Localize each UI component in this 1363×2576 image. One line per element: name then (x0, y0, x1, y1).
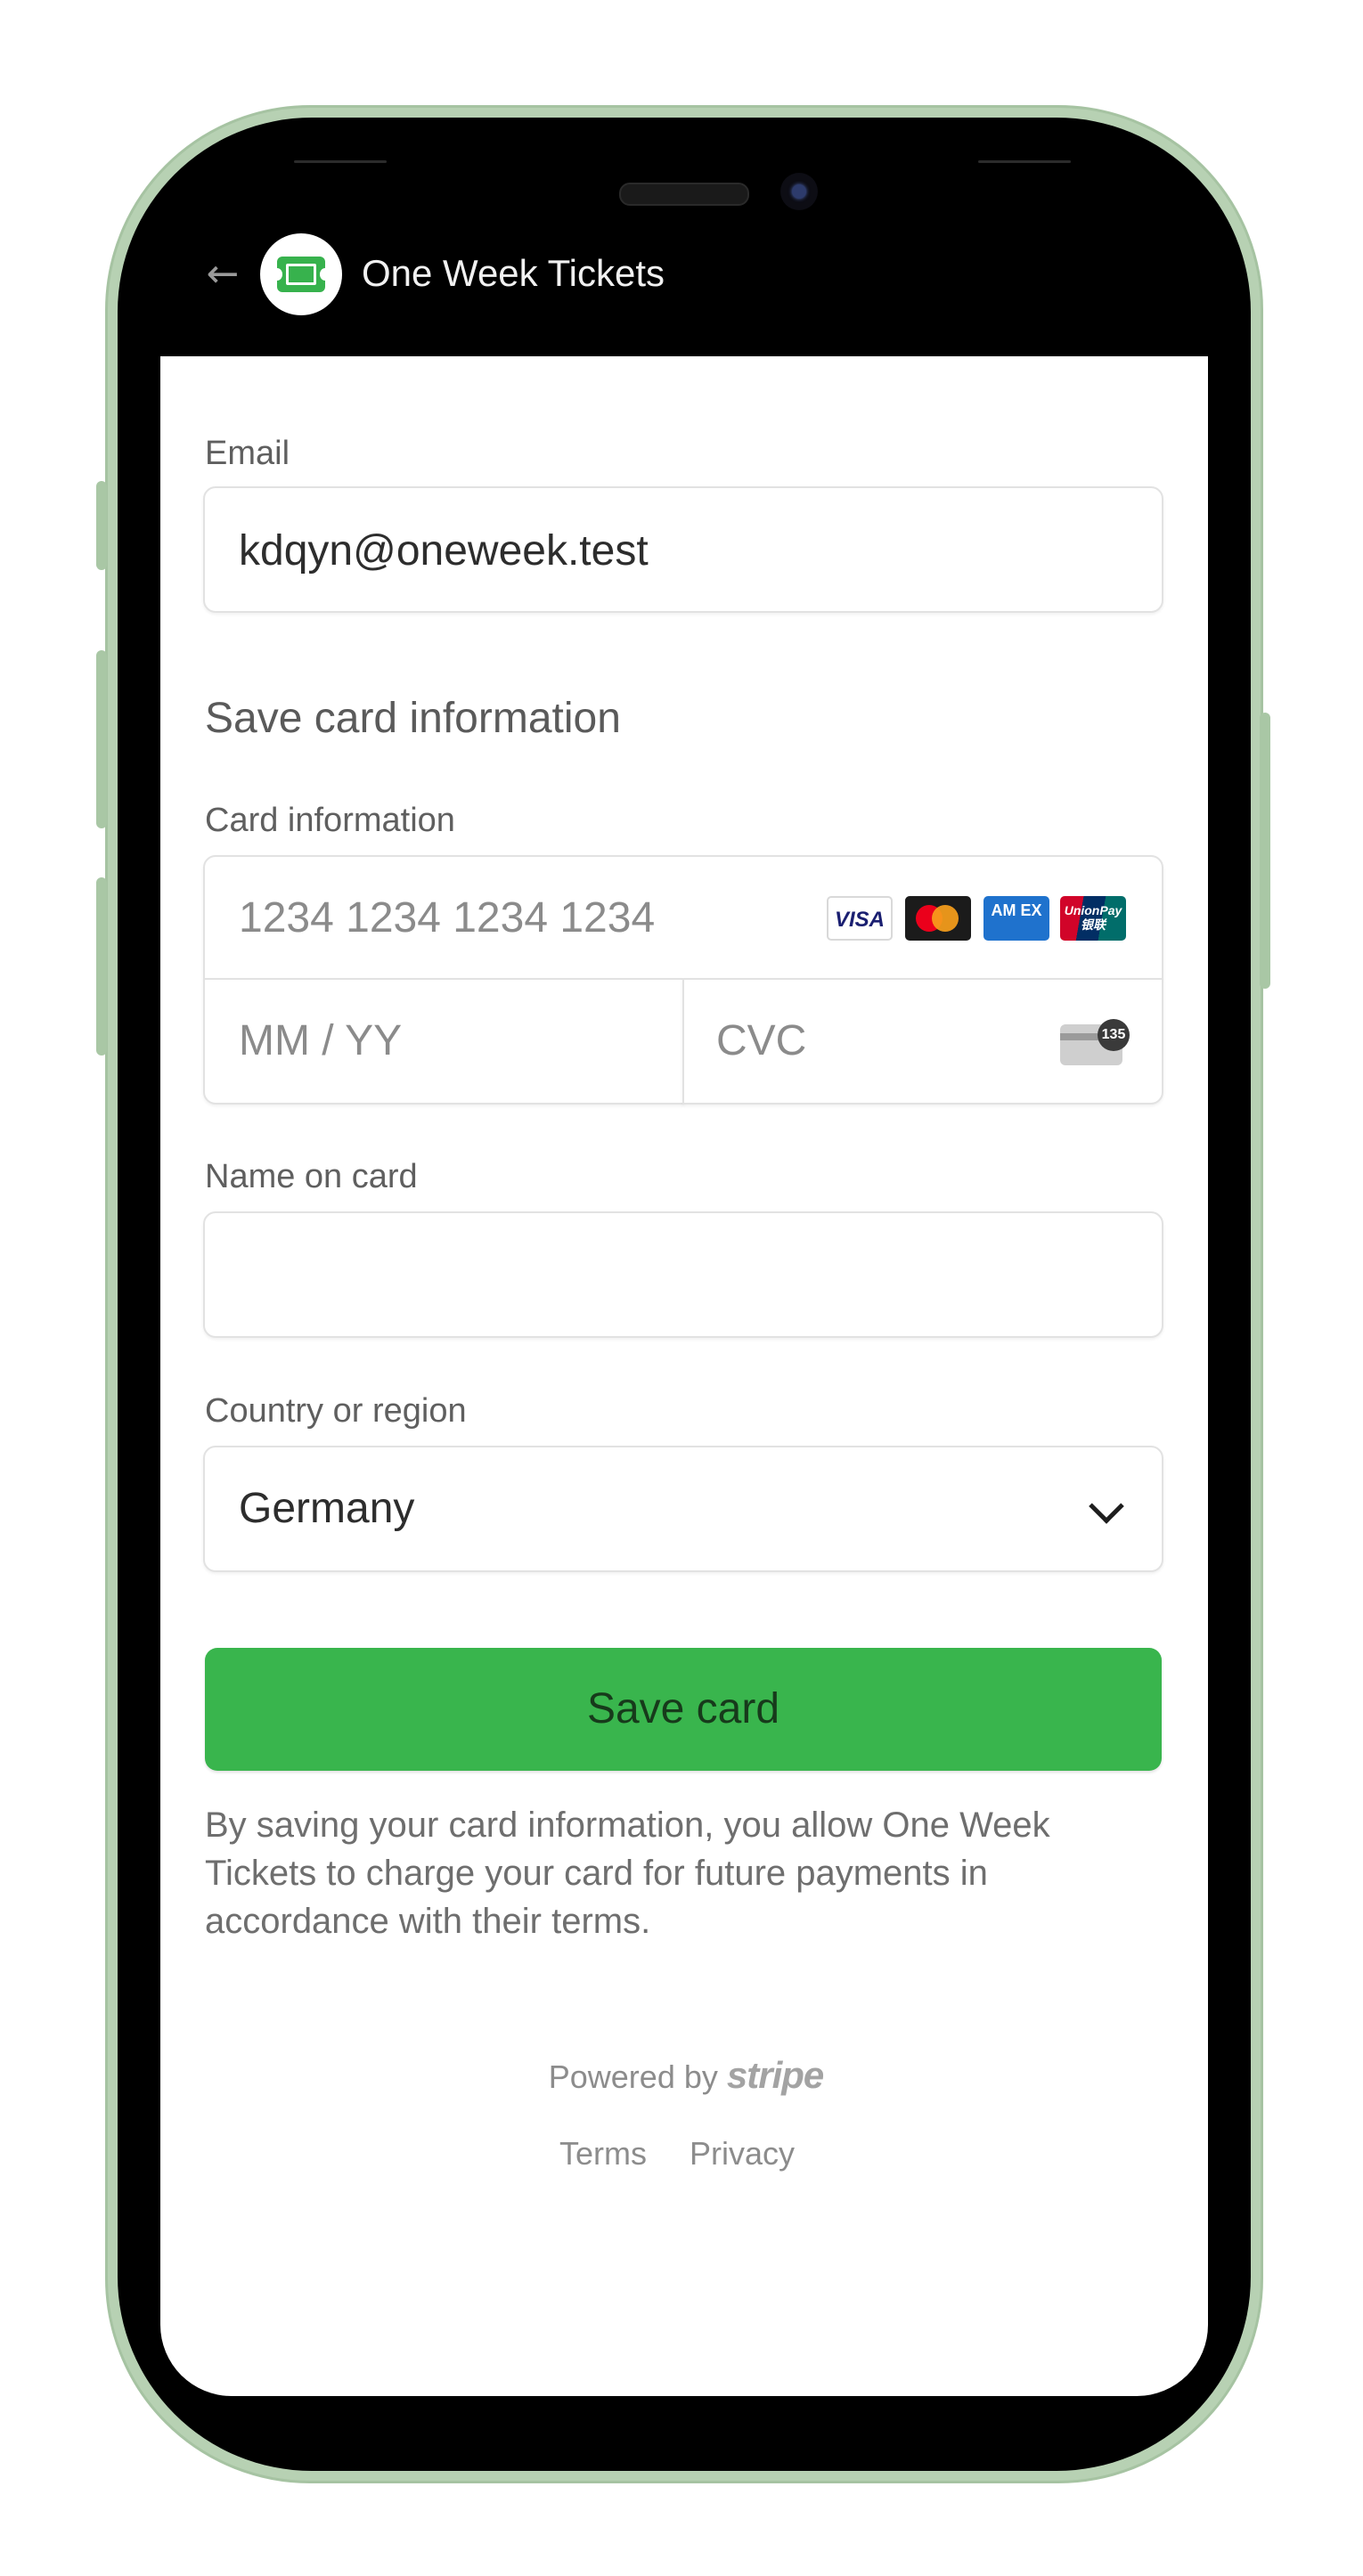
country-label: Country or region (205, 1392, 467, 1430)
card-number-placeholder: 1234 1234 1234 1234 (239, 894, 656, 942)
expiry-placeholder: MM / YY (239, 1017, 403, 1064)
visa-icon: VISA (827, 896, 893, 941)
terms-link[interactable]: Terms (559, 2132, 647, 2175)
email-value: kdqyn@oneweek.test (239, 527, 649, 575)
name-label: Name on card (205, 1158, 418, 1195)
name-field[interactable] (203, 1211, 1163, 1338)
arrow-left-icon[interactable]: ← (200, 251, 246, 298)
silent-switch (96, 481, 107, 570)
unionpay-icon: UnionPay 银联 (1060, 896, 1126, 941)
volume-up-button (96, 650, 107, 828)
antenna-line-left (294, 160, 387, 163)
card-info-label: Card information (205, 802, 455, 839)
save-card-label: Save card (586, 1685, 780, 1732)
mastercard-icon (905, 896, 971, 941)
section-title: Save card information (205, 695, 621, 742)
volume-down-button (96, 877, 107, 1056)
legal-text: By saving your card information, you all… (205, 1806, 1050, 1941)
cvc-placeholder: CVC (716, 1017, 807, 1064)
antenna-line-right (978, 160, 1071, 163)
country-value: Germany (239, 1485, 415, 1532)
stripe-logo: stripe (726, 2054, 824, 2096)
ticket-icon (272, 257, 331, 292)
privacy-link[interactable]: Privacy (690, 2132, 795, 2175)
amex-icon: AM EX (983, 896, 1049, 941)
power-button (1260, 713, 1270, 989)
powered-by-label: Powered by (548, 2058, 718, 2095)
powered-by[interactable]: Powered by stripe (535, 2054, 837, 2099)
cvc-hint-badge: 135 (1098, 1019, 1130, 1051)
email-label: Email (205, 435, 290, 472)
app-title: One Week Tickets (362, 252, 665, 294)
front-camera (780, 173, 818, 210)
earpiece-speaker (619, 183, 749, 206)
